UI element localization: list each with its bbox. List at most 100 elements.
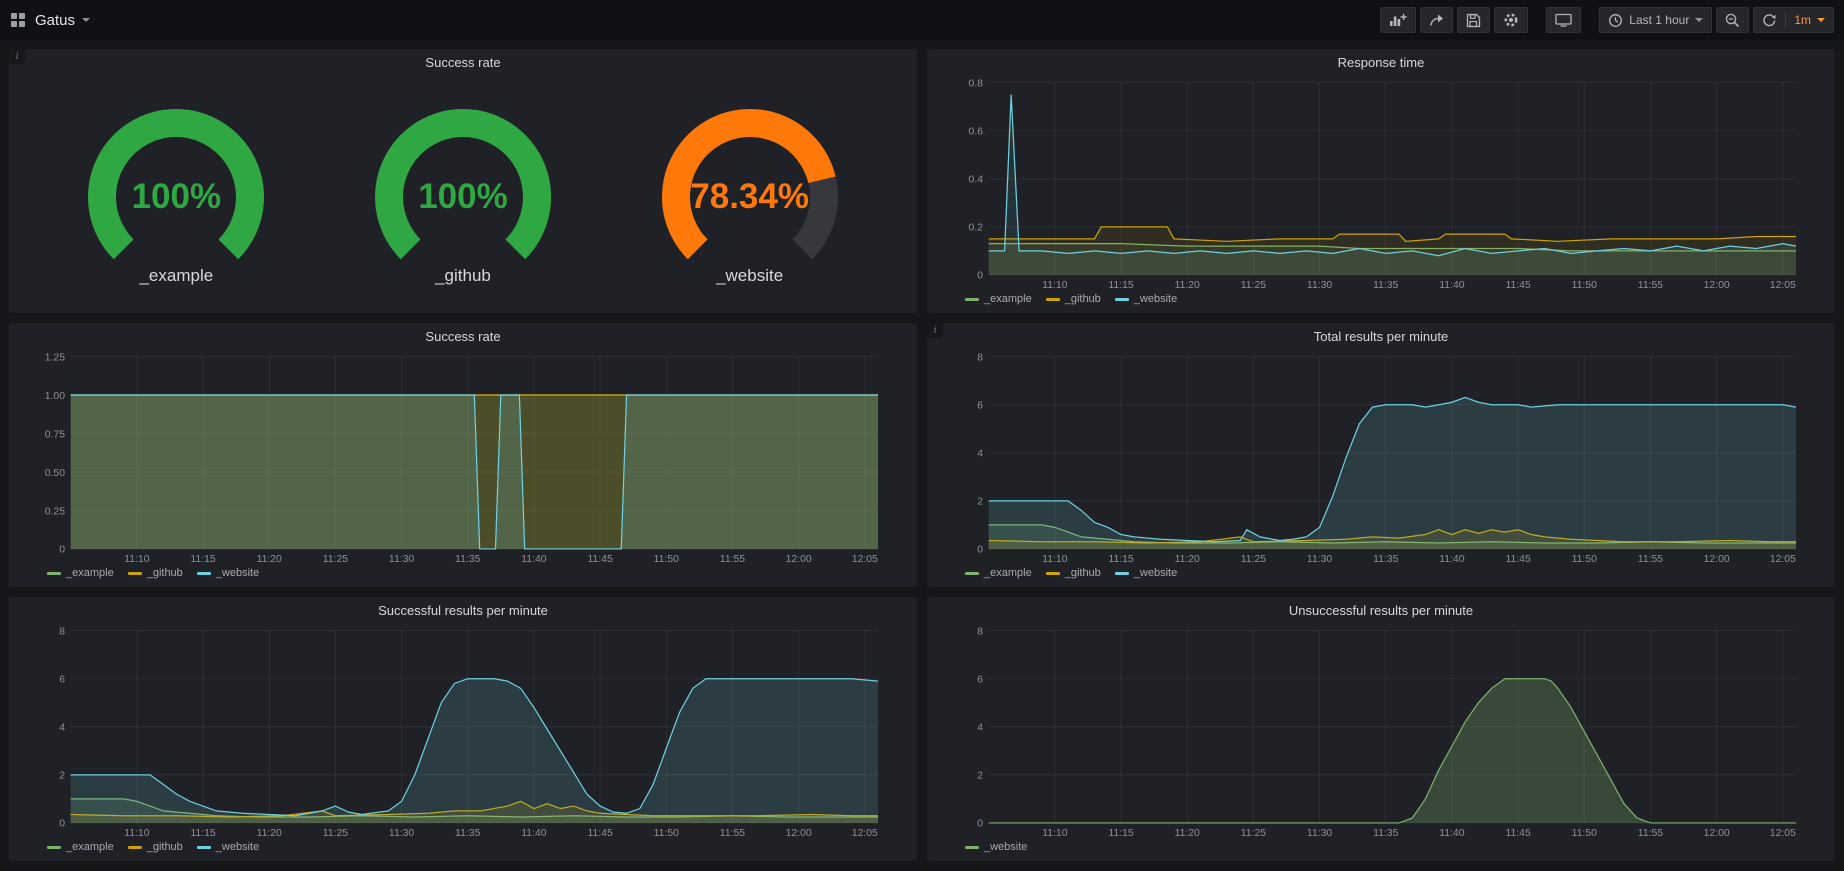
- svg-text:11:15: 11:15: [1108, 828, 1133, 839]
- legend-item-_website[interactable]: _website: [965, 841, 1027, 853]
- gauge-value: 78.34%: [635, 177, 865, 217]
- svg-text:6: 6: [977, 674, 983, 685]
- svg-text:8: 8: [977, 626, 983, 637]
- svg-text:11:55: 11:55: [1638, 828, 1663, 839]
- panel-title[interactable]: Total results per minute: [927, 323, 1835, 349]
- svg-text:11:45: 11:45: [587, 554, 612, 565]
- legend-item-_github[interactable]: _github: [128, 567, 183, 579]
- legend-item-_example[interactable]: _example: [965, 567, 1032, 579]
- add-panel-icon: [1389, 13, 1407, 27]
- svg-text:11:20: 11:20: [1175, 554, 1200, 565]
- panel-total-results: i Total results per minute 11:1011:1511:…: [926, 322, 1836, 588]
- legend-item-_github[interactable]: _github: [1046, 567, 1101, 579]
- svg-text:11:45: 11:45: [1505, 828, 1530, 839]
- svg-text:11:10: 11:10: [1042, 554, 1067, 565]
- legend-item-_example[interactable]: _example: [47, 567, 114, 579]
- panel-title[interactable]: Success rate: [9, 49, 917, 75]
- total-results-chart[interactable]: 11:1011:1511:2011:2511:3011:3511:4011:45…: [933, 349, 1829, 566]
- svg-text:11:25: 11:25: [323, 828, 348, 839]
- svg-text:12:05: 12:05: [852, 828, 878, 839]
- tv-mode-icon: [1555, 13, 1572, 27]
- panel-title[interactable]: Successful results per minute: [9, 597, 917, 623]
- settings-button[interactable]: [1494, 7, 1528, 33]
- clock-icon: [1608, 13, 1623, 28]
- unsuccessful-results-chart[interactable]: 11:1011:1511:2011:2511:3011:3511:4011:45…: [933, 623, 1829, 840]
- refresh-interval-label: 1m: [1794, 13, 1811, 27]
- legend-item-_website[interactable]: _website: [1115, 293, 1177, 305]
- svg-text:12:00: 12:00: [1704, 280, 1730, 291]
- legend-series-name: _github: [147, 841, 183, 853]
- share-button[interactable]: [1420, 7, 1453, 33]
- panel-successful-results: Successful results per minute 11:1011:15…: [8, 596, 918, 862]
- legend-item-_example[interactable]: _example: [965, 293, 1032, 305]
- panel-info-icon[interactable]: i: [927, 323, 943, 338]
- add-panel-button[interactable]: [1380, 7, 1416, 33]
- svg-text:0.75: 0.75: [45, 429, 65, 440]
- legend-item-_github[interactable]: _github: [1046, 293, 1101, 305]
- svg-text:8: 8: [977, 352, 983, 363]
- success-rate-chart[interactable]: 11:1011:1511:2011:2511:3011:3511:4011:45…: [15, 349, 911, 566]
- successful-results-chart[interactable]: 11:1011:1511:2011:2511:3011:3511:4011:45…: [15, 623, 911, 840]
- legend-color-icon: [47, 846, 61, 849]
- svg-text:12:05: 12:05: [1770, 828, 1796, 839]
- gauge-label: _github: [435, 266, 491, 286]
- caret-down-icon: [82, 18, 90, 22]
- legend-series-name: _example: [984, 293, 1032, 305]
- svg-text:11:50: 11:50: [1572, 554, 1597, 565]
- panel-unsuccessful-results: Unsuccessful results per minute 11:10 11:…: [926, 596, 1836, 862]
- legend-item-_website[interactable]: _website: [197, 567, 259, 579]
- response-time-chart[interactable]: 11:1011:1511:2011:2511:3011:3511:4011:45…: [933, 75, 1829, 292]
- refresh-button[interactable]: 1m: [1753, 7, 1834, 33]
- panel-title[interactable]: Unsuccessful results per minute: [927, 597, 1835, 623]
- legend-series-name: _example: [66, 841, 114, 853]
- gear-icon: [1503, 12, 1519, 28]
- chart-area: 11:1011:1511:2011:2511:3011:3511:4011:45…: [9, 623, 917, 861]
- legend-item-_github[interactable]: _github: [128, 841, 183, 853]
- legend-color-icon: [1115, 298, 1129, 301]
- svg-text:11:35: 11:35: [455, 828, 480, 839]
- svg-text:11:30: 11:30: [1307, 554, 1332, 565]
- legend-color-icon: [1115, 572, 1129, 575]
- svg-text:11:10: 11:10: [1042, 828, 1067, 839]
- svg-text:12:00: 12:00: [1704, 554, 1730, 565]
- gauge-github: 100% _github: [348, 103, 578, 286]
- save-icon: [1466, 13, 1481, 28]
- svg-text:11:10: 11:10: [124, 554, 149, 565]
- svg-text:1.25: 1.25: [45, 352, 65, 363]
- legend-item-_website[interactable]: _website: [1115, 567, 1177, 579]
- chart-legend: _website: [933, 840, 1829, 859]
- svg-text:12:00: 12:00: [1704, 828, 1730, 839]
- svg-text:11:15: 11:15: [1108, 280, 1133, 291]
- svg-text:11:55: 11:55: [1638, 554, 1663, 565]
- save-button[interactable]: [1457, 7, 1490, 33]
- tv-mode-button[interactable]: [1546, 7, 1581, 33]
- svg-text:11:20: 11:20: [1175, 280, 1200, 291]
- svg-text:11:40: 11:40: [1439, 554, 1464, 565]
- svg-text:11:30: 11:30: [389, 554, 414, 565]
- panel-info-icon[interactable]: i: [9, 49, 25, 64]
- panel-title[interactable]: Success rate: [9, 323, 917, 349]
- gauge-example: 100% _example: [61, 103, 291, 286]
- zoom-out-button[interactable]: [1716, 7, 1749, 33]
- panel-title[interactable]: Response time: [927, 49, 1835, 75]
- svg-text:11:40: 11:40: [1439, 828, 1464, 839]
- chart-legend: _example _github _website: [15, 840, 911, 859]
- legend-color-icon: [128, 572, 142, 575]
- svg-text:4: 4: [59, 723, 65, 734]
- svg-text:12:05: 12:05: [852, 554, 878, 565]
- svg-text:0.50: 0.50: [45, 468, 65, 479]
- chart-legend: _example _github _website: [933, 566, 1829, 585]
- legend-item-_example[interactable]: _example: [47, 841, 114, 853]
- navbar-actions: Last 1 hour 1m: [1380, 7, 1834, 33]
- svg-text:4: 4: [977, 723, 983, 734]
- svg-text:2: 2: [59, 771, 65, 782]
- legend-series-name: _website: [216, 841, 259, 853]
- legend-item-_website[interactable]: _website: [197, 841, 259, 853]
- time-range-picker[interactable]: Last 1 hour: [1599, 7, 1712, 33]
- legend-series-name: _website: [216, 567, 259, 579]
- dashboard-title-dropdown[interactable]: Gatus: [35, 12, 90, 29]
- caret-down-icon: [1817, 18, 1825, 22]
- grafana-apps-icon[interactable]: [10, 12, 26, 28]
- svg-text:6: 6: [977, 400, 983, 411]
- svg-text:11:25: 11:25: [1241, 554, 1266, 565]
